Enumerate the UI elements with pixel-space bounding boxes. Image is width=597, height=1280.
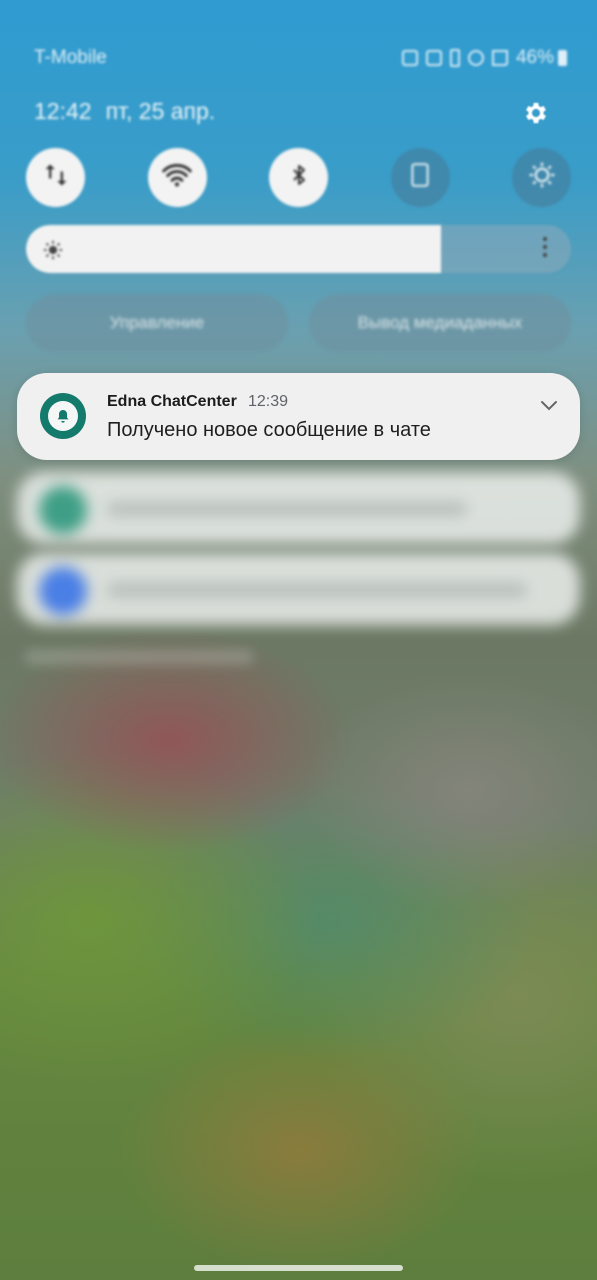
expand-chevron-icon[interactable]	[538, 395, 560, 417]
document-toggle[interactable]	[390, 148, 450, 207]
settings-gear-icon[interactable]	[520, 97, 552, 129]
blurred-text	[24, 650, 254, 664]
app-icon	[40, 393, 86, 439]
blurred-notification[interactable]	[17, 553, 580, 625]
notification-card[interactable]: Edna ChatCenter 12:39 Получено новое соо…	[17, 373, 580, 460]
notification-app-name: Edna ChatCenter	[107, 393, 237, 410]
home-indicator[interactable]	[194, 1265, 403, 1271]
pill-row: Управление Вывод медиаданных	[26, 294, 571, 352]
wifi-toggle[interactable]	[147, 148, 207, 207]
brightness-sun-icon	[42, 239, 64, 266]
status-bar: T-Mobile 46%	[34, 44, 567, 72]
alarm-icon	[425, 50, 442, 66]
wifi-call-icon	[467, 50, 484, 66]
battery-percent: 46%	[515, 47, 554, 68]
status-icons: 46%	[401, 47, 567, 69]
wifi-icon	[161, 161, 193, 194]
nfc-icon	[401, 50, 418, 66]
blurred-app-icon	[39, 567, 87, 615]
bell-icon	[48, 401, 78, 431]
bluetooth-icon	[287, 161, 311, 194]
blurred-app-icon	[39, 486, 87, 534]
notification-time: 12:39	[248, 393, 289, 410]
carrier-label: T-Mobile	[34, 47, 107, 68]
media-output-button[interactable]: Вывод медиаданных	[309, 294, 571, 352]
brightness-fill	[26, 225, 441, 273]
notification-message: Получено новое сообщение в чате	[107, 419, 431, 441]
mobile-data-icon	[42, 161, 70, 194]
signal-icon	[491, 50, 508, 66]
vibrate-icon	[449, 49, 460, 67]
battery-indicator: 46%	[516, 47, 567, 69]
brightness-mode-toggle[interactable]	[512, 148, 571, 207]
document-icon	[409, 162, 431, 193]
clock-date[interactable]: пт, 25 апр.	[106, 98, 216, 125]
mobile-data-toggle[interactable]	[26, 148, 85, 207]
bluetooth-toggle[interactable]	[269, 148, 328, 207]
device-control-button[interactable]: Управление	[26, 294, 288, 352]
blurred-notification[interactable]	[17, 472, 580, 544]
brightness-slider[interactable]	[26, 225, 571, 273]
battery-icon	[558, 50, 567, 66]
clock-time[interactable]: 12:42	[34, 98, 92, 125]
date-time: 12:42 пт, 25 апр.	[34, 98, 215, 125]
brightness-mode-icon	[527, 160, 557, 195]
brightness-more-icon[interactable]	[543, 237, 547, 257]
quick-settings-row	[26, 148, 571, 207]
